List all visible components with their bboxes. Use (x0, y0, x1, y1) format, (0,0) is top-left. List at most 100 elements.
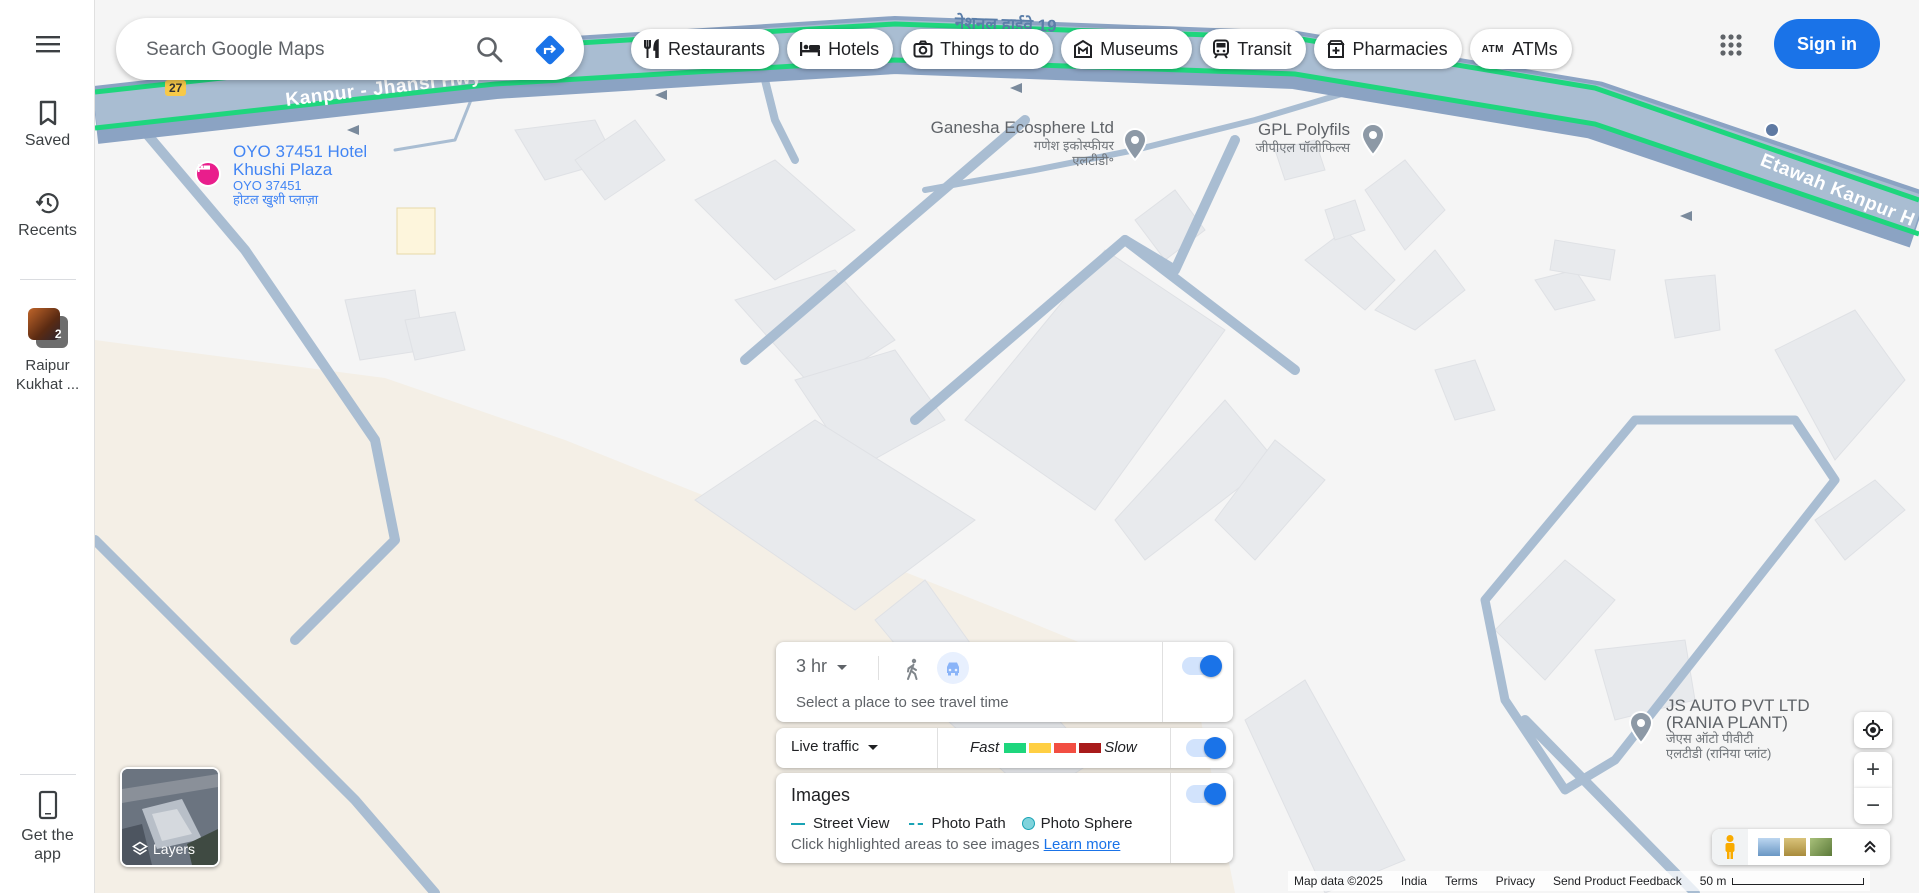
chip-things-to-do[interactable]: Things to do (901, 29, 1054, 69)
imagery-thumb-1[interactable] (1758, 838, 1780, 856)
privacy-link[interactable]: Privacy (1496, 874, 1535, 888)
country-link[interactable]: India (1401, 874, 1427, 888)
rail-divider-bottom (20, 774, 76, 775)
get-app-label: Get the app (21, 827, 74, 863)
saved-label: Saved (24, 132, 71, 149)
traffic-color-medium (1029, 742, 1052, 753)
traffic-legend: Fast Slow (970, 739, 1137, 756)
chip-museums[interactable]: Museums (1061, 29, 1193, 69)
recent-place-button[interactable]: 2 Raipur Kukhat ... (0, 308, 95, 394)
feedback-link[interactable]: Send Product Feedback (1553, 874, 1682, 888)
walk-mode-button[interactable] (898, 654, 928, 684)
fork-knife-icon (644, 39, 659, 58)
transit-stop-icon[interactable] (1764, 122, 1780, 138)
recent-place-thumbnail: 2 (27, 308, 68, 348)
car-icon (947, 662, 959, 676)
live-traffic-dropdown[interactable]: Live traffic (791, 738, 881, 755)
travel-hint: Select a place to see travel time (796, 694, 1009, 711)
travel-time-panel: 3 hr Select a place to see travel time (776, 642, 1233, 722)
rail-divider (20, 279, 76, 280)
pegman-icon (1725, 835, 1735, 859)
terms-link[interactable]: Terms (1445, 874, 1478, 888)
google-apps-button[interactable] (1714, 28, 1748, 62)
my-location-button[interactable] (1854, 712, 1892, 748)
menu-button[interactable] (0, 34, 95, 60)
search-icon (477, 37, 503, 63)
layers-icon (132, 841, 148, 855)
layers-label-group: Layers (132, 841, 195, 857)
map-pin-icon (1122, 128, 1148, 161)
drive-mode-button[interactable] (937, 652, 969, 684)
directions-button[interactable] (532, 32, 568, 68)
walking-icon (907, 658, 918, 680)
layers-button[interactable]: Layers (120, 767, 220, 867)
images-legend: Street View Photo Path Photo Sphere (791, 815, 1132, 832)
recents-label: Recents (18, 222, 77, 239)
scale-bar[interactable]: 50 m (1700, 874, 1865, 888)
divider (1170, 728, 1171, 768)
duration-dropdown[interactable]: 3 hr (796, 656, 851, 677)
saved-button[interactable]: Saved (0, 100, 95, 150)
chip-atms[interactable]: ATM ATMs (1469, 29, 1572, 69)
search-input[interactable] (144, 35, 448, 65)
live-traffic-toggle[interactable] (1186, 737, 1226, 759)
traffic-color-very-slow (1079, 742, 1102, 753)
images-hint: Click highlighted areas to see images Le… (791, 836, 1121, 853)
travel-time-toggle[interactable] (1182, 655, 1222, 677)
my-location-icon (1863, 720, 1883, 740)
map-pin-icon (1628, 711, 1654, 744)
phone-icon (38, 790, 57, 820)
left-rail: Saved Recents 2 Raipur Kukhat ... Get th… (0, 0, 95, 893)
traffic-color-fast (1004, 742, 1027, 753)
map-data-credit: Map data ©2025 (1294, 874, 1383, 888)
chip-transit[interactable]: Transit (1200, 29, 1306, 69)
apps-grid-icon (1720, 34, 1742, 56)
sign-in-button[interactable]: Sign in (1774, 19, 1880, 69)
hotel-pin[interactable] (195, 161, 221, 187)
divider (1162, 642, 1163, 722)
expand-imagery-button[interactable] (1856, 833, 1884, 861)
learn-more-link[interactable]: Learn more (1044, 836, 1121, 853)
images-title: Images (791, 785, 851, 805)
zoom-out-button[interactable]: − (1854, 788, 1892, 824)
street-view-line-icon (791, 822, 805, 825)
train-icon (1213, 39, 1230, 59)
photo-path-line-icon (909, 822, 924, 825)
scale-bar-line (1732, 877, 1865, 885)
chip-restaurants[interactable]: Restaurants (631, 29, 780, 69)
search-box (116, 18, 584, 80)
chevron-down-icon (868, 744, 879, 750)
place-label-js-auto[interactable]: JS AUTO PVT LTD (RANIA PLANT) जेएस ऑटो प… (1666, 697, 1826, 761)
search-button[interactable] (472, 32, 508, 68)
museum-icon (1074, 39, 1093, 58)
expand-up-icon (1864, 840, 1876, 853)
recent-place-label: Raipur Kukhat ... (15, 357, 80, 393)
street-view-strip (1712, 829, 1890, 865)
atm-icon: ATM (1481, 43, 1504, 55)
zoom-in-button[interactable]: + (1854, 752, 1892, 788)
chevron-down-icon (837, 664, 848, 670)
chip-pharmacies[interactable]: Pharmacies (1313, 29, 1462, 69)
imagery-thumb-2[interactable] (1784, 838, 1806, 856)
bed-icon (800, 42, 821, 56)
category-chips: Restaurants Hotels Things to do Museums (631, 29, 1572, 71)
place-label-hotel[interactable]: OYO 37451 Hotel Khushi Plaza OYO 37451 ह… (233, 143, 383, 207)
bookmark-icon (39, 100, 56, 126)
directions-icon (535, 35, 565, 65)
pharmacy-icon (1326, 40, 1345, 58)
imagery-thumb-3[interactable] (1810, 838, 1832, 856)
divider (878, 656, 879, 680)
images-toggle[interactable] (1186, 783, 1226, 805)
place-label-ganesha[interactable]: Ganesha Ecosphere Ltd गणेश इकोस्फीयर एलट… (929, 118, 1114, 168)
get-app-button[interactable]: Get the app (0, 790, 95, 864)
recent-count-badge: 2 (54, 327, 62, 341)
chip-hotels[interactable]: Hotels (787, 29, 894, 69)
map-pin-icon (1360, 123, 1386, 156)
pegman-button[interactable] (1712, 829, 1748, 865)
place-label-gpl[interactable]: GPL Polyfils जीपीएल पॉलीफिल्स (1215, 120, 1350, 155)
traffic-color-slow (1054, 742, 1077, 753)
hamburger-menu-icon (35, 36, 60, 53)
bed-icon (198, 164, 210, 172)
recents-button[interactable]: Recents (0, 190, 95, 240)
history-icon (35, 193, 59, 214)
